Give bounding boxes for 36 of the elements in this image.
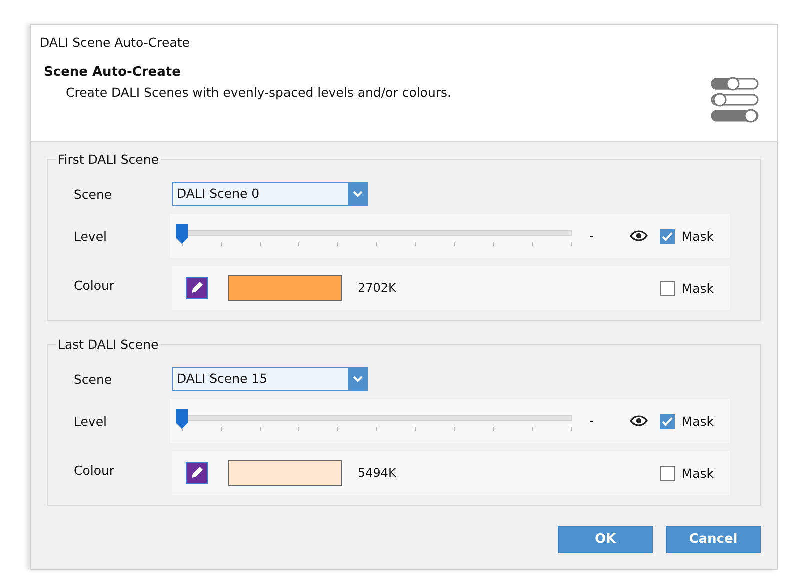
chevron-down-icon bbox=[352, 376, 362, 382]
header-description: Create DALI Scenes with evenly-spaced levels and/or colours. bbox=[65, 84, 453, 100]
level-label: Level bbox=[73, 228, 108, 244]
eye-icon[interactable] bbox=[630, 230, 648, 242]
colour-label: Colour bbox=[73, 462, 116, 478]
level-reading: - bbox=[590, 229, 596, 243]
eye-icon[interactable] bbox=[630, 415, 648, 427]
mask-label: Mask bbox=[682, 414, 714, 428]
scene-label: Scene bbox=[73, 186, 114, 202]
mask-checkbox[interactable] bbox=[660, 280, 675, 296]
pencil-icon[interactable] bbox=[186, 462, 208, 484]
colour-reading: 2702K bbox=[358, 281, 396, 295]
mask-checkbox[interactable] bbox=[660, 228, 675, 244]
slider-thumb[interactable] bbox=[176, 224, 188, 244]
mask-label: Mask bbox=[682, 228, 714, 244]
level-label: Level bbox=[73, 414, 108, 428]
colour-label: Colour bbox=[73, 278, 116, 292]
level-reading: - bbox=[590, 414, 596, 428]
mask-checkbox[interactable] bbox=[660, 466, 675, 480]
header-title: Scene Auto-Create bbox=[43, 64, 182, 80]
chevron-down-icon bbox=[352, 190, 362, 198]
scene-dropdown[interactable]: DALI Scene 0 bbox=[172, 182, 368, 206]
window-title: DALI Scene Auto-Create bbox=[39, 34, 191, 50]
mask-checkbox[interactable] bbox=[660, 414, 675, 428]
scene-dropdown[interactable]: DALI Scene 15 bbox=[172, 367, 368, 391]
group-title: First DALI Scene bbox=[56, 152, 161, 167]
colour-reading: 5494K bbox=[358, 466, 396, 480]
colour-swatch[interactable] bbox=[228, 460, 342, 486]
group-title: Last DALI Scene bbox=[56, 337, 161, 352]
colour-swatch[interactable] bbox=[228, 275, 342, 301]
pencil-icon[interactable] bbox=[186, 277, 208, 299]
scene-label: Scene bbox=[73, 372, 114, 386]
slider-thumb[interactable] bbox=[176, 409, 188, 429]
mask-label: Mask bbox=[682, 280, 714, 296]
toggles-icon bbox=[711, 77, 759, 123]
mask-label: Mask bbox=[682, 466, 714, 480]
